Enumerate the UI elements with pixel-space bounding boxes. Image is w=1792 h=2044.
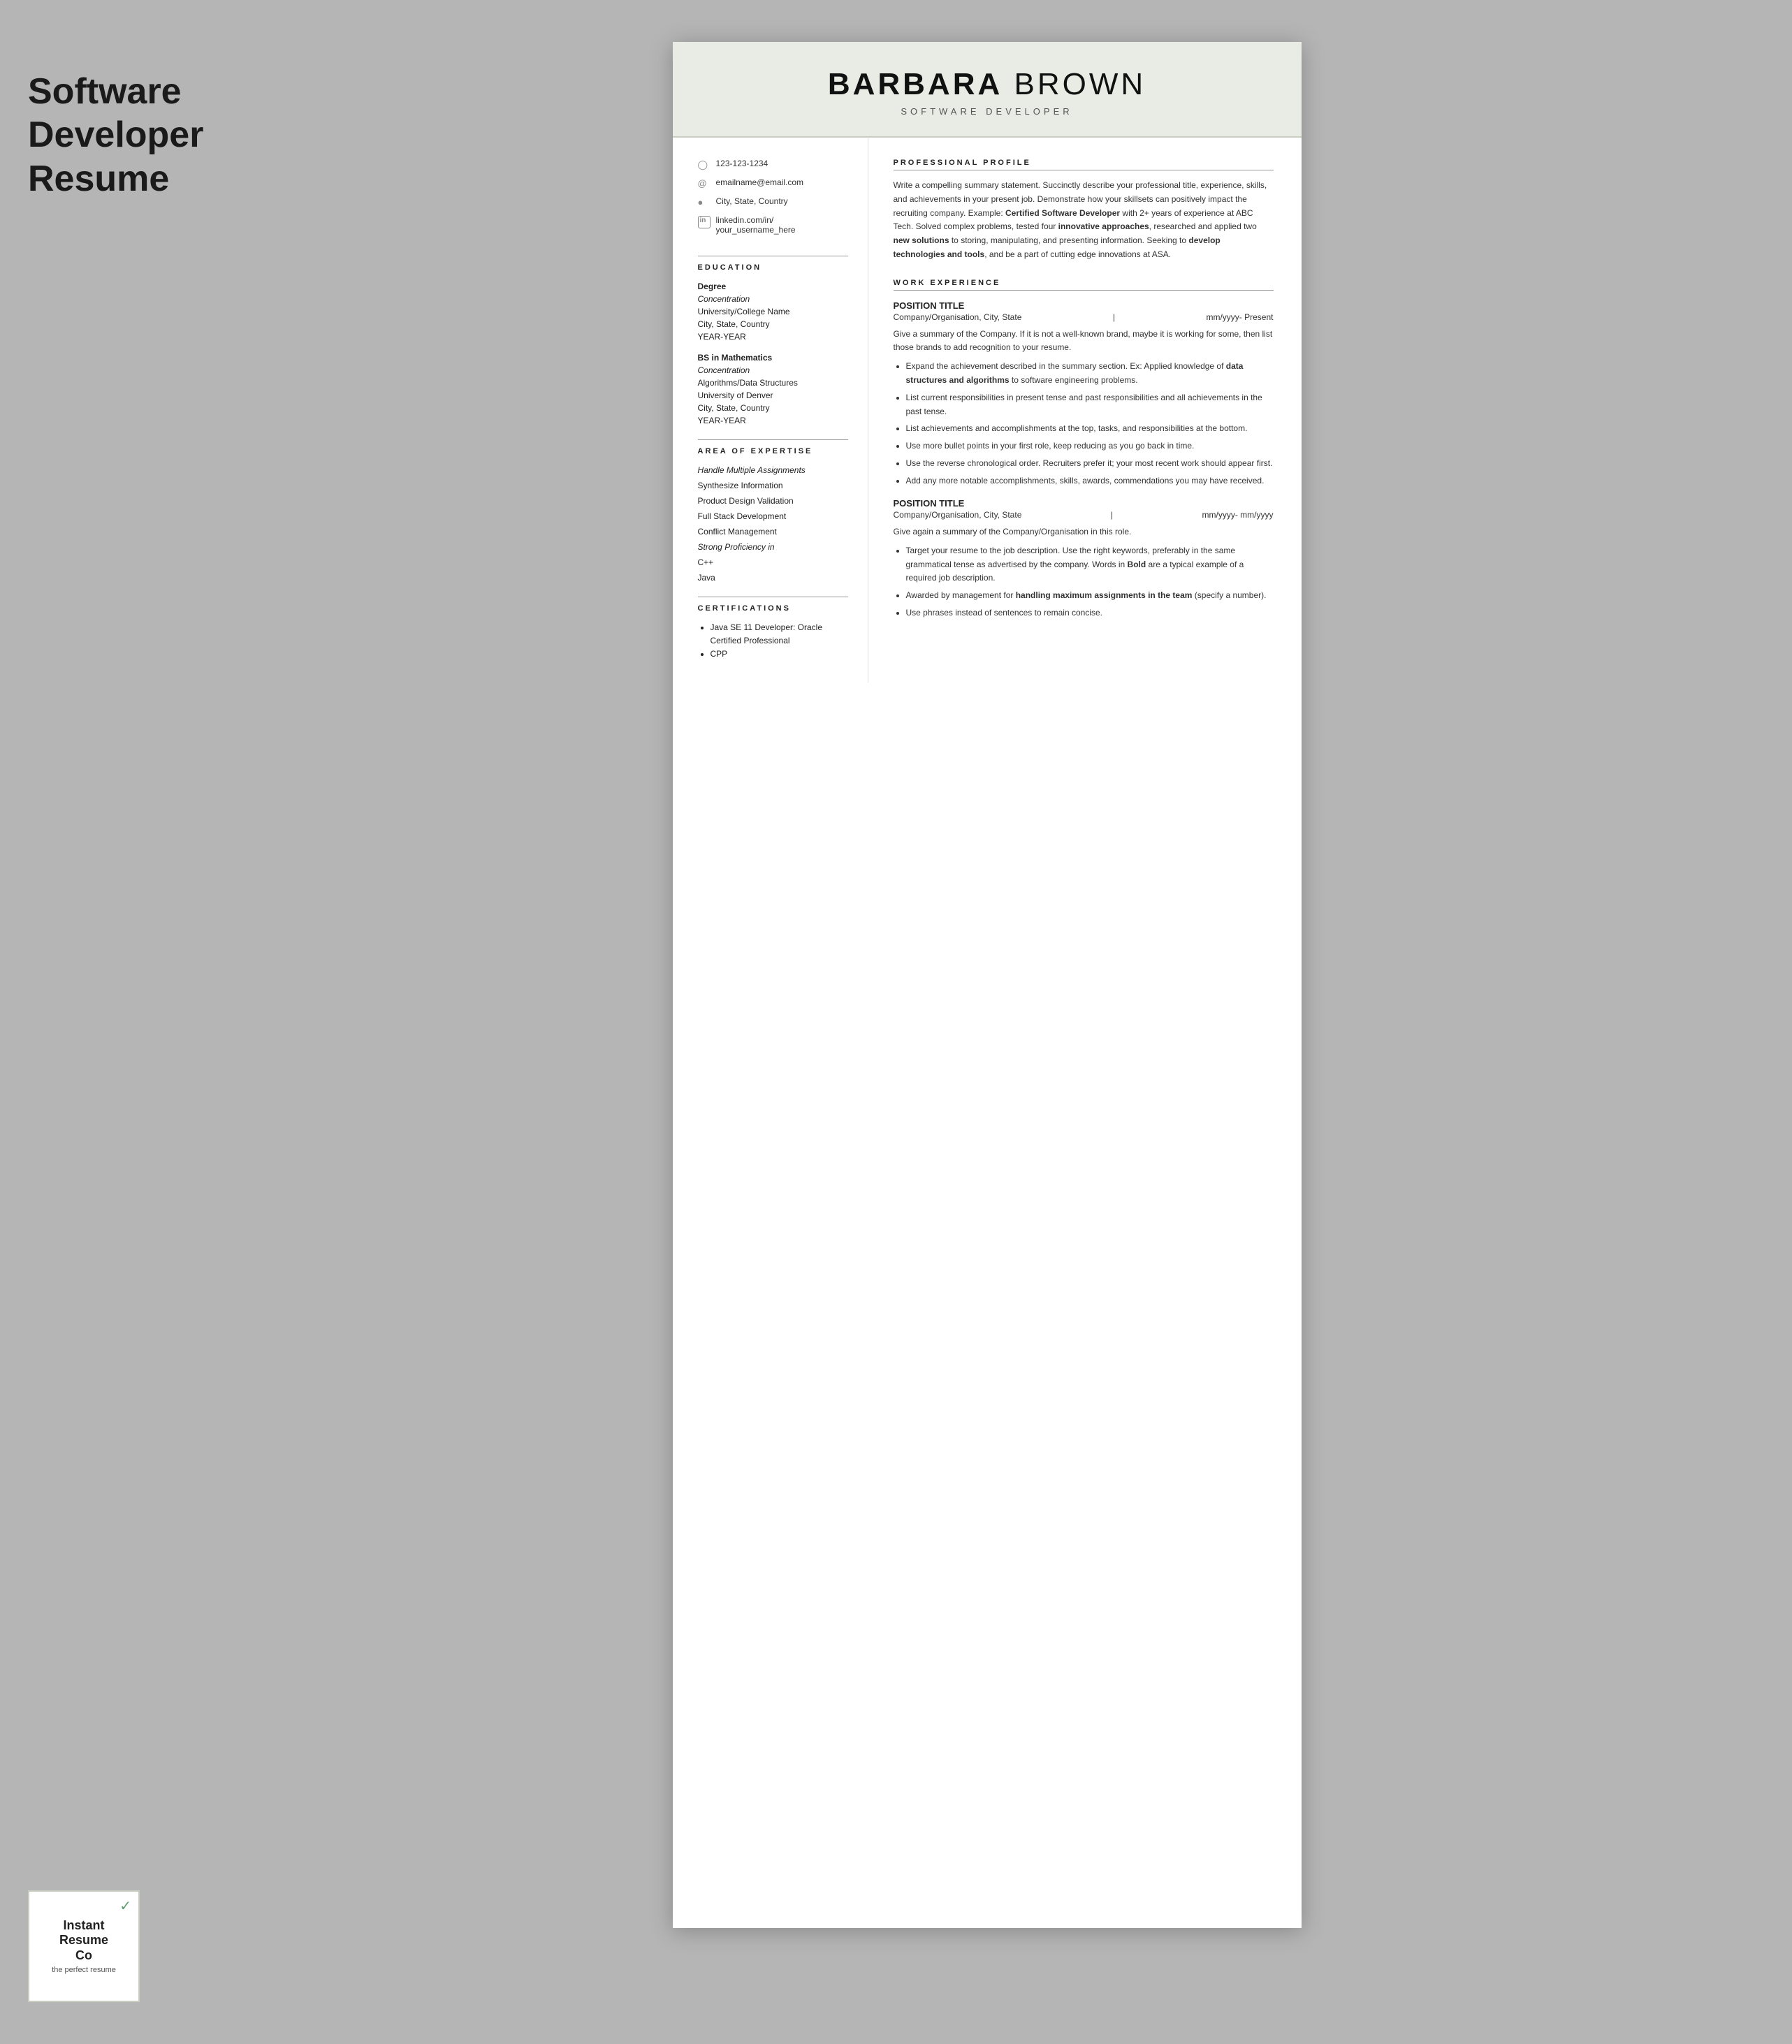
bullet-0-4: Use the reverse chronological order. Rec… <box>906 457 1274 471</box>
expertise-section: AREA OF EXPERTISE Handle Multiple Assign… <box>698 447 848 584</box>
bullet-1-0: Target your resume to the job descriptio… <box>906 544 1274 585</box>
expertise-title: AREA OF EXPERTISE <box>698 447 848 455</box>
location-icon: ● <box>698 197 711 210</box>
position-summary-1: Give again a summary of the Company/Orga… <box>894 525 1274 539</box>
position-bullets-0: Expand the achievement described in the … <box>894 360 1274 488</box>
education-section: EDUCATION Degree Concentration Universit… <box>698 263 848 427</box>
position-dates-1: mm/yyyy- mm/yyyy <box>1202 510 1274 520</box>
phone-value: 123-123-1234 <box>716 159 768 168</box>
edu-school-1: University/College Name <box>698 305 848 318</box>
profile-text: Write a compelling summary statement. Su… <box>894 179 1274 262</box>
position-company-1: Company/Organisation, City, State <box>894 510 1022 520</box>
contact-section: ◯ 123-123-1234 @ emailname@email.com ● C… <box>698 159 848 235</box>
resume-body: ◯ 123-123-1234 @ emailname@email.com ● C… <box>673 138 1302 682</box>
edu-conc-1: Concentration <box>698 293 848 305</box>
work-experience-section: WORK EXPERIENCE POSITION TITLE Company/O… <box>894 279 1274 620</box>
logo-line1: Instant <box>63 1918 104 1932</box>
position-meta-1: Company/Organisation, City, State | mm/y… <box>894 510 1274 520</box>
label-line1: Software <box>28 71 182 112</box>
edu-degree-1: Degree <box>698 280 848 293</box>
bullet-0-2: List achievements and accomplishments at… <box>906 422 1274 436</box>
position-summary-0: Give a summary of the Company. If it is … <box>894 328 1274 354</box>
resume-name: BARBARA BROWN <box>708 67 1267 102</box>
certifications-title: CERTIFICATIONS <box>698 604 848 613</box>
expertise-item-3: Full Stack Development <box>698 510 848 523</box>
edu-entry-1: Degree Concentration University/College … <box>698 280 848 343</box>
logo-inner: Instant Resume Co the perfect resume <box>52 1918 116 1975</box>
education-title: EDUCATION <box>698 263 848 272</box>
profile-section: PROFESSIONAL PROFILE Write a compelling … <box>894 159 1274 262</box>
position-bullets-1: Target your resume to the job descriptio… <box>894 544 1274 620</box>
linkedin-value: linkedin.com/in/ your_username_here <box>716 215 848 235</box>
expertise-item-4: Conflict Management <box>698 525 848 538</box>
bullet-0-5: Add any more notable accomplishments, sk… <box>906 474 1274 488</box>
edu-years-1: YEAR-YEAR <box>698 330 848 343</box>
expertise-item-0: Handle Multiple Assignments <box>698 464 848 476</box>
work-section-title: WORK EXPERIENCE <box>894 279 1274 291</box>
email-value: emailname@email.com <box>716 177 804 187</box>
expertise-item-5: Strong Proficiency in <box>698 541 848 553</box>
last-name: BROWN <box>1014 67 1146 101</box>
logo-box: ✓ Instant Resume Co the perfect resume <box>28 1890 140 2002</box>
edu-city-1: City, State, Country <box>698 318 848 330</box>
edu-years-2: YEAR-YEAR <box>698 414 848 427</box>
bullet-0-0: Expand the achievement described in the … <box>906 360 1274 388</box>
label-line3: Resume <box>28 159 169 199</box>
cert-list: Java SE 11 Developer: Oracle Certified P… <box>698 621 848 662</box>
logo-line3: Co <box>75 1948 92 1962</box>
linkedin-icon: in <box>698 216 711 228</box>
position-title-1: POSITION TITLE <box>894 498 1274 509</box>
check-icon: ✓ <box>119 1897 131 1915</box>
bullet-0-1: List current responsibilities in present… <box>906 391 1274 419</box>
page-label: Software Developer Resume <box>28 70 203 200</box>
position-company-0: Company/Organisation, City, State <box>894 312 1022 322</box>
edu-city-2: City, State, Country <box>698 402 848 414</box>
expertise-item-7: Java <box>698 571 848 584</box>
contact-phone: ◯ 123-123-1234 <box>698 159 848 172</box>
position-dates-0: mm/yyyy- Present <box>1206 312 1273 322</box>
contact-email: @ emailname@email.com <box>698 177 848 191</box>
cert-item-0: Java SE 11 Developer: Oracle Certified P… <box>711 621 848 648</box>
edu-entry-2: BS in Mathematics Concentration Algorith… <box>698 351 848 427</box>
email-icon: @ <box>698 178 711 191</box>
first-name: BARBARA <box>828 67 1003 101</box>
certifications-section: CERTIFICATIONS Java SE 11 Developer: Ora… <box>698 604 848 662</box>
location-value: City, State, Country <box>716 196 788 206</box>
resume-document: BARBARA BROWN SOFTWARE DEVELOPER ◯ 123-1… <box>673 42 1302 1928</box>
left-column: ◯ 123-123-1234 @ emailname@email.com ● C… <box>673 138 868 682</box>
contact-location: ● City, State, Country <box>698 196 848 210</box>
job-title: SOFTWARE DEVELOPER <box>708 106 1267 117</box>
bullet-0-3: Use more bullet points in your first rol… <box>906 439 1274 453</box>
position-divider-0: | <box>1113 312 1115 322</box>
label-line2: Developer <box>28 115 203 155</box>
bullet-1-2: Use phrases instead of sentences to rema… <box>906 606 1274 620</box>
logo-tagline: the perfect resume <box>52 1966 116 1974</box>
position-divider-1: | <box>1111 510 1113 520</box>
expertise-item-2: Product Design Validation <box>698 495 848 507</box>
expertise-item-6: C++ <box>698 556 848 569</box>
resume-header: BARBARA BROWN SOFTWARE DEVELOPER <box>673 42 1302 138</box>
position-title-0: POSITION TITLE <box>894 300 1274 311</box>
profile-section-title: PROFESSIONAL PROFILE <box>894 159 1274 170</box>
logo-line2: Resume <box>59 1933 108 1947</box>
expertise-item-1: Synthesize Information <box>698 479 848 492</box>
edu-university-2: University of Denver <box>698 389 848 402</box>
edu-degree-2: BS in Mathematics <box>698 351 848 364</box>
right-column: PROFESSIONAL PROFILE Write a compelling … <box>868 138 1302 682</box>
cert-item-1: CPP <box>711 648 848 661</box>
edu-school-2: Algorithms/Data Structures <box>698 377 848 389</box>
bullet-1-1: Awarded by management for handling maxim… <box>906 589 1274 603</box>
contact-linkedin: in linkedin.com/in/ your_username_here <box>698 215 848 235</box>
position-meta-0: Company/Organisation, City, State | mm/y… <box>894 312 1274 322</box>
edu-conc-2: Concentration <box>698 364 848 377</box>
logo-text: Instant Resume Co <box>52 1918 116 1964</box>
phone-icon: ◯ <box>698 159 711 172</box>
